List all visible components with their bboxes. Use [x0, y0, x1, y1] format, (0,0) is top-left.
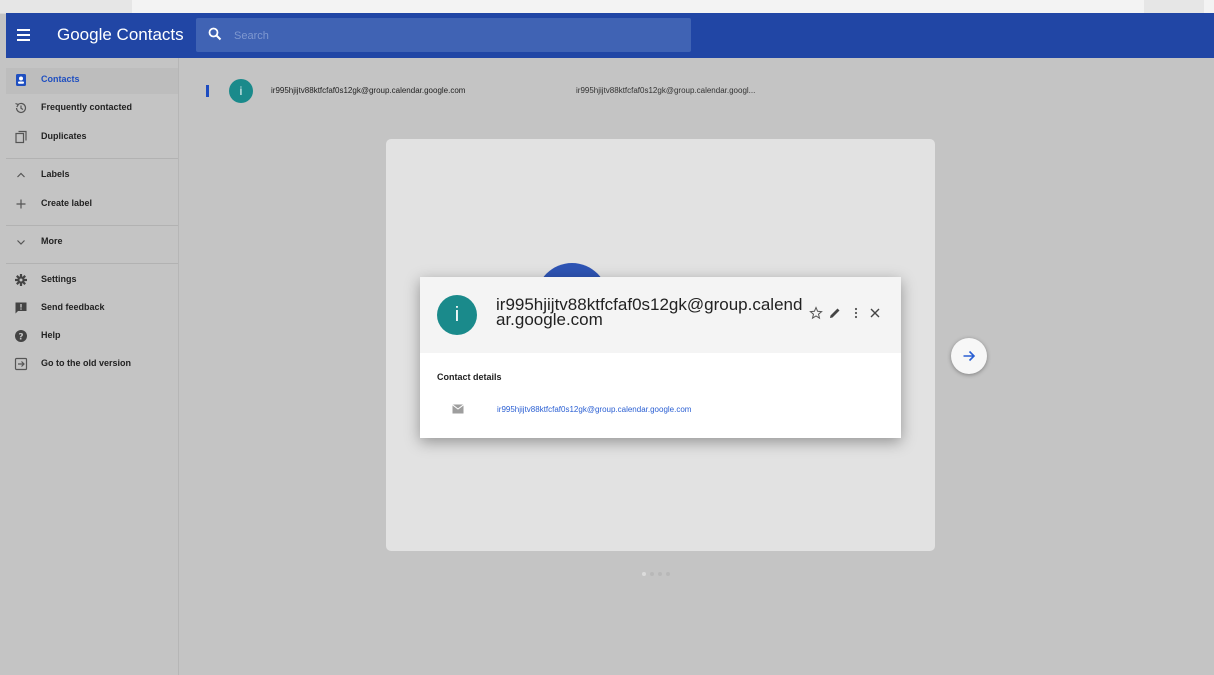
sidebar: Contacts Frequently contacted Duplicates…: [6, 58, 179, 675]
email-link[interactable]: ir995hjijtv88ktfcfaf0s12gk@group.calenda…: [497, 405, 691, 414]
sidebar-item-settings[interactable]: Settings: [6, 268, 178, 294]
duplicates-icon: [15, 130, 27, 144]
sidebar-item-contacts[interactable]: Contacts: [6, 68, 178, 94]
browser-top-strip: [0, 0, 1214, 14]
contact-dialog: i ir995hjijtv88ktfcfaf0s12gk@group.calen…: [420, 277, 901, 438]
edit-icon: [830, 308, 840, 318]
contact-list-row[interactable]: i ir995hjijtv88ktfcfaf0s12gk@group.calen…: [196, 78, 896, 106]
contact-name: ir995hjijtv88ktfcfaf0s12gk@group.calenda…: [271, 86, 466, 95]
star-icon: [809, 306, 823, 320]
sidebar-item-label: Frequently contacted: [41, 102, 133, 112]
row-selection-marker[interactable]: [206, 85, 209, 97]
contact-title: ir995hjijtv88ktfcfaf0s12gk@group.calenda…: [496, 295, 803, 329]
chevron-up-icon: [17, 172, 25, 178]
sidebar-item-duplicates[interactable]: Duplicates: [6, 125, 178, 151]
help-icon: ?: [15, 330, 27, 342]
search-bar[interactable]: [196, 18, 691, 52]
app-bar: Google Contacts: [6, 13, 1214, 58]
sidebar-item-label: More: [41, 236, 63, 246]
sidebar-item-label: Create label: [41, 198, 93, 208]
divider: [6, 158, 178, 159]
edit-button[interactable]: [828, 306, 842, 322]
sidebar-item-create-label[interactable]: Create label: [6, 192, 178, 218]
search-icon: [208, 27, 222, 41]
avatar: i: [229, 79, 253, 103]
pager-dot[interactable]: [658, 572, 662, 576]
gear-icon: [15, 274, 27, 286]
sidebar-item-label: Settings: [41, 274, 77, 284]
browser-window-controls[interactable]: [1144, 0, 1204, 13]
history-icon: [15, 102, 27, 114]
pager-dot[interactable]: [650, 572, 654, 576]
arrow-forward-icon: [963, 350, 976, 362]
sidebar-item-send-feedback[interactable]: Send feedback: [6, 296, 178, 322]
divider: [6, 263, 178, 264]
star-button[interactable]: [809, 306, 823, 322]
more-options-button[interactable]: [849, 306, 863, 322]
pager-dot[interactable]: [642, 572, 646, 576]
browser-tab[interactable]: [0, 0, 132, 13]
pager-dot[interactable]: [666, 572, 670, 576]
svg-text:?: ?: [18, 332, 23, 342]
sidebar-item-old-version[interactable]: Go to the old version: [6, 352, 178, 378]
email-icon: [452, 404, 464, 414]
pager-dots: [642, 563, 682, 576]
sidebar-item-label: Help: [41, 330, 61, 340]
contacts-icon: [16, 74, 26, 86]
next-contact-button[interactable]: [951, 338, 987, 374]
avatar: i: [437, 295, 477, 335]
sidebar-item-label: Contacts: [41, 74, 80, 84]
sidebar-item-label: Labels: [41, 169, 70, 179]
plus-icon: [16, 199, 26, 209]
chevron-down-icon: [17, 240, 25, 245]
sidebar-item-frequently-contacted[interactable]: Frequently contacted: [6, 96, 178, 122]
sidebar-item-label: Go to the old version: [41, 358, 132, 368]
sidebar-item-label: Send feedback: [41, 302, 105, 312]
more-vert-icon: [854, 307, 858, 319]
sidebar-item-help[interactable]: ? Help: [6, 324, 178, 350]
dialog-header: i ir995hjijtv88ktfcfaf0s12gk@group.calen…: [420, 277, 901, 353]
close-icon: [870, 308, 880, 318]
divider: [6, 225, 178, 226]
contact-email: ir995hjijtv88ktfcfaf0s12gk@group.calenda…: [576, 86, 756, 95]
feedback-icon: [15, 302, 27, 314]
sidebar-item-more[interactable]: More: [6, 230, 178, 256]
contact-details-heading: Contact details: [437, 372, 502, 382]
search-input[interactable]: [232, 23, 676, 49]
menu-icon[interactable]: [15, 25, 33, 45]
sidebar-item-label: Duplicates: [41, 131, 87, 141]
close-button[interactable]: [868, 306, 882, 322]
app-title: Google Contacts: [57, 25, 184, 44]
sidebar-item-labels[interactable]: Labels: [6, 163, 178, 189]
exit-icon: [14, 357, 28, 371]
